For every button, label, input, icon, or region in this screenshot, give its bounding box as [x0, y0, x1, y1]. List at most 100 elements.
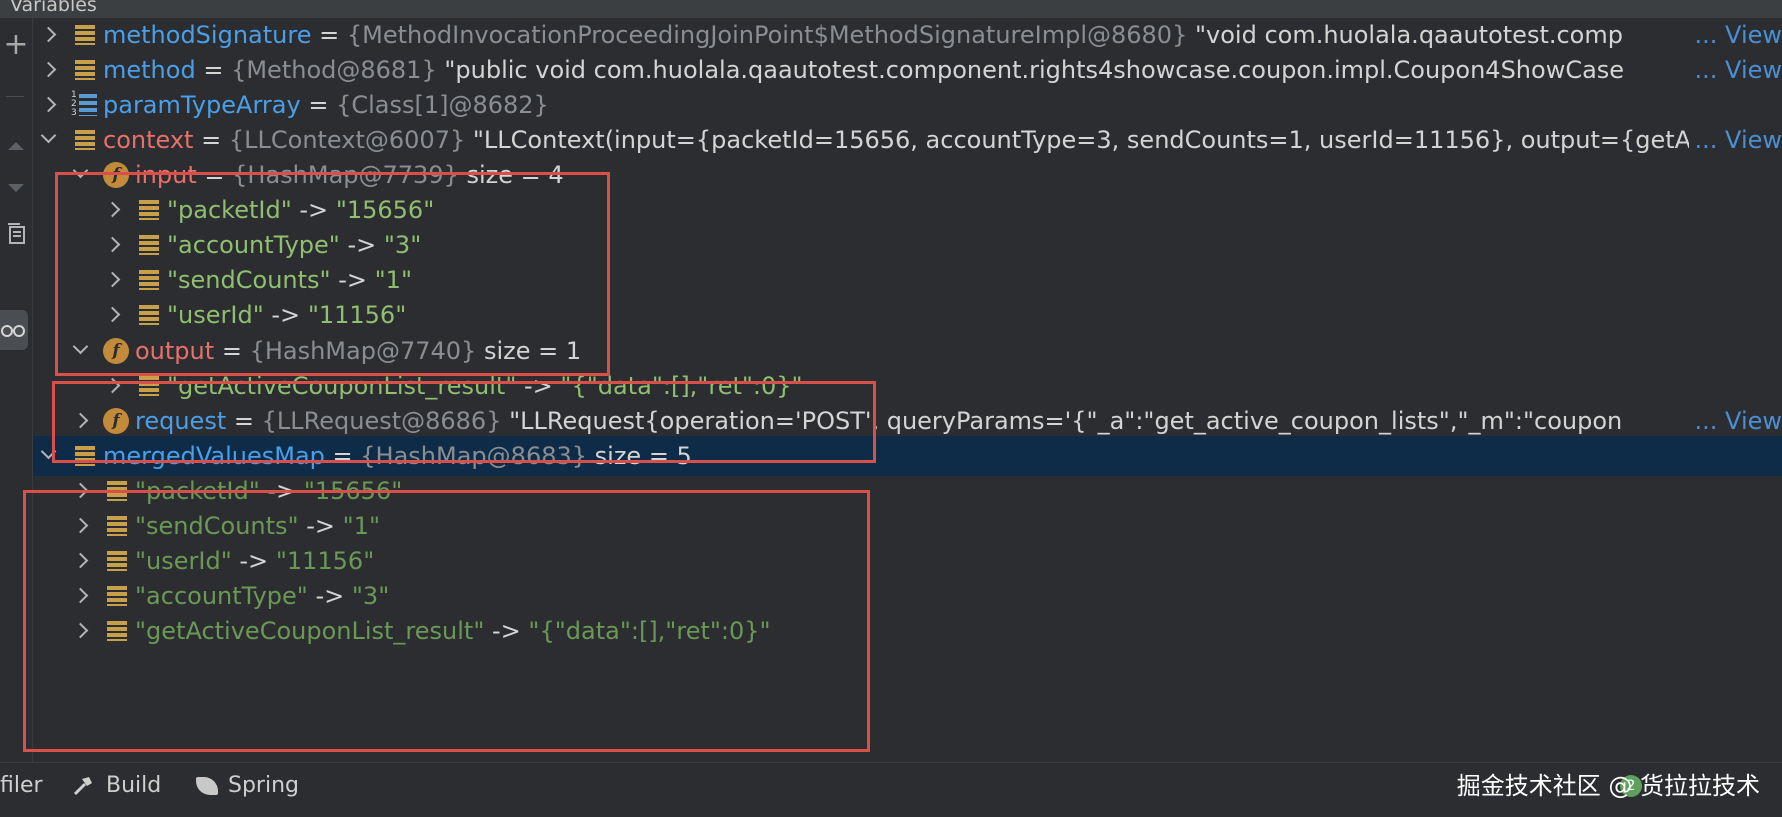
- variable-name: output: [135, 337, 215, 365]
- map-entry-row[interactable]: "accountType" -> "3": [33, 576, 1782, 616]
- view-link[interactable]: ... View: [1688, 50, 1782, 90]
- map-entry-icon: [139, 270, 159, 290]
- panel-title: Variables: [10, 0, 97, 16]
- map-entry-row[interactable]: "packetId" -> "15656": [33, 190, 1782, 230]
- variable-name: input: [135, 161, 197, 189]
- add-watch-icon[interactable]: +: [0, 30, 32, 60]
- debug-side-toolbar: +: [0, 18, 33, 762]
- expand-chevron-icon[interactable]: [40, 61, 57, 78]
- collapse-chevron-icon[interactable]: [40, 127, 57, 144]
- collection-size: size = 4: [466, 161, 564, 189]
- entry-key: "getActiveCouponList_result": [135, 617, 485, 645]
- tree-row-input[interactable]: f input = {HashMap@7739} size = 4: [33, 155, 1782, 195]
- collapse-chevron-icon[interactable]: [72, 338, 89, 355]
- tree-row-merged-values-map[interactable]: mergedValuesMap = {HashMap@8683} size = …: [33, 436, 1782, 476]
- tree-row-context[interactable]: context = {LLContext@6007} "LLContext(in…: [33, 120, 1782, 160]
- collapse-chevron-icon[interactable]: [72, 162, 89, 179]
- map-entry-row[interactable]: "getActiveCouponList_result" -> "{"data"…: [33, 366, 1782, 406]
- expand-chevron-icon[interactable]: [104, 377, 121, 394]
- map-entry-icon: [107, 481, 127, 501]
- map-entry-icon: [139, 305, 159, 325]
- entry-key: "packetId": [167, 196, 292, 224]
- map-entry-icon: [107, 551, 127, 571]
- entry-value: "3": [383, 231, 422, 259]
- tab-profiler[interactable]: filer: [0, 763, 43, 809]
- map-entry-row[interactable]: "getActiveCouponList_result" -> "{"data"…: [33, 611, 1782, 651]
- tree-row-method[interactable]: method = {Method@8681} "public void com.…: [33, 50, 1782, 90]
- entry-value: "1": [374, 266, 412, 294]
- entry-key: "userId": [167, 301, 264, 329]
- entry-value: "3": [351, 582, 390, 610]
- array-icon: 123: [71, 91, 97, 119]
- move-up-icon[interactable]: [0, 136, 32, 156]
- glasses-icon: [1, 325, 25, 337]
- variables-tree: methodSignature = {MethodInvocationProce…: [33, 18, 1782, 762]
- map-entry-row[interactable]: "accountType" -> "3": [33, 225, 1782, 265]
- tab-build[interactable]: Build: [106, 763, 161, 809]
- map-entry-row[interactable]: "sendCounts" -> "1": [33, 260, 1782, 300]
- variable-ref: {HashMap@7740}: [249, 337, 477, 365]
- expand-chevron-icon[interactable]: [40, 26, 57, 43]
- field-icon: f: [103, 338, 129, 364]
- field-icon: f: [103, 162, 129, 188]
- entry-key: "accountType": [135, 582, 308, 610]
- expand-chevron-icon[interactable]: [72, 587, 89, 604]
- tool-window-bar: filer Build Spring 2 掘金技术社区 @ 货拉拉技术: [0, 762, 1782, 817]
- entry-value: "15656": [303, 477, 403, 505]
- object-icon: [75, 25, 95, 45]
- entry-value: "11156": [275, 547, 375, 575]
- tree-row-output[interactable]: f output = {HashMap@7740} size = 1: [33, 331, 1782, 371]
- view-link[interactable]: ... View: [1688, 401, 1782, 441]
- copy-icon[interactable]: [0, 222, 32, 248]
- map-entry-icon: [107, 516, 127, 536]
- variable-name: mergedValuesMap: [103, 442, 325, 470]
- object-icon: [75, 446, 95, 466]
- entry-key: "accountType": [167, 231, 340, 259]
- variable-ref: {LLContext@6007}: [228, 126, 466, 154]
- expand-chevron-icon[interactable]: [72, 552, 89, 569]
- expand-chevron-icon[interactable]: [104, 201, 121, 218]
- map-entry-icon: [107, 586, 127, 606]
- object-icon: [75, 130, 95, 150]
- map-entry-row[interactable]: "packetId" -> "15656": [33, 471, 1782, 511]
- variable-name: context: [103, 126, 194, 154]
- variable-name: request: [135, 407, 227, 435]
- collapse-chevron-icon[interactable]: [40, 443, 57, 460]
- view-link[interactable]: ... View: [1688, 120, 1782, 160]
- expand-chevron-icon[interactable]: [72, 482, 89, 499]
- entry-key: "userId": [135, 547, 232, 575]
- map-entry-icon: [107, 621, 127, 641]
- expand-chevron-icon[interactable]: [104, 306, 121, 323]
- spring-leaf-icon: [196, 777, 218, 795]
- variables-panel-header: Variables: [0, 0, 1782, 18]
- variable-value: "void com.huolala.qaautotest.comp: [1194, 21, 1623, 49]
- entry-value: "{"data":[],"ret":0}": [528, 617, 771, 645]
- variable-ref: {HashMap@7739}: [232, 161, 459, 189]
- tree-row-request[interactable]: f request = {LLRequest@8686} "LLRequest{…: [33, 401, 1782, 441]
- tab-spring[interactable]: Spring: [228, 763, 299, 809]
- expand-chevron-icon[interactable]: [72, 412, 89, 429]
- variable-ref: {Method@8681}: [231, 56, 437, 84]
- move-down-icon[interactable]: [0, 178, 32, 198]
- map-entry-icon: [139, 200, 159, 220]
- variable-ref: {LLRequest@8686}: [261, 407, 502, 435]
- expand-chevron-icon[interactable]: [72, 517, 89, 534]
- expand-chevron-icon[interactable]: [104, 271, 121, 288]
- tree-row-param-type-array[interactable]: 123 paramTypeArray = {Class[1]@8682}: [33, 85, 1782, 125]
- toolbar-divider: [6, 96, 24, 97]
- map-entry-row[interactable]: "userId" -> "11156": [33, 295, 1782, 335]
- entry-key: "packetId": [135, 477, 260, 505]
- map-entry-row[interactable]: "sendCounts" -> "1": [33, 506, 1782, 546]
- entry-key: "getActiveCouponList_result": [167, 372, 517, 400]
- entry-value: "1": [342, 512, 380, 540]
- field-icon: f: [103, 408, 129, 434]
- show-watches-toggle[interactable]: [0, 310, 28, 350]
- entry-value: "11156": [307, 301, 407, 329]
- collection-size: size = 5: [594, 442, 692, 470]
- map-entry-row[interactable]: "userId" -> "11156": [33, 541, 1782, 581]
- map-entry-icon: [139, 376, 159, 396]
- expand-chevron-icon[interactable]: [40, 96, 57, 113]
- expand-chevron-icon[interactable]: [72, 622, 89, 639]
- expand-chevron-icon[interactable]: [104, 236, 121, 253]
- entry-value: "15656": [335, 196, 435, 224]
